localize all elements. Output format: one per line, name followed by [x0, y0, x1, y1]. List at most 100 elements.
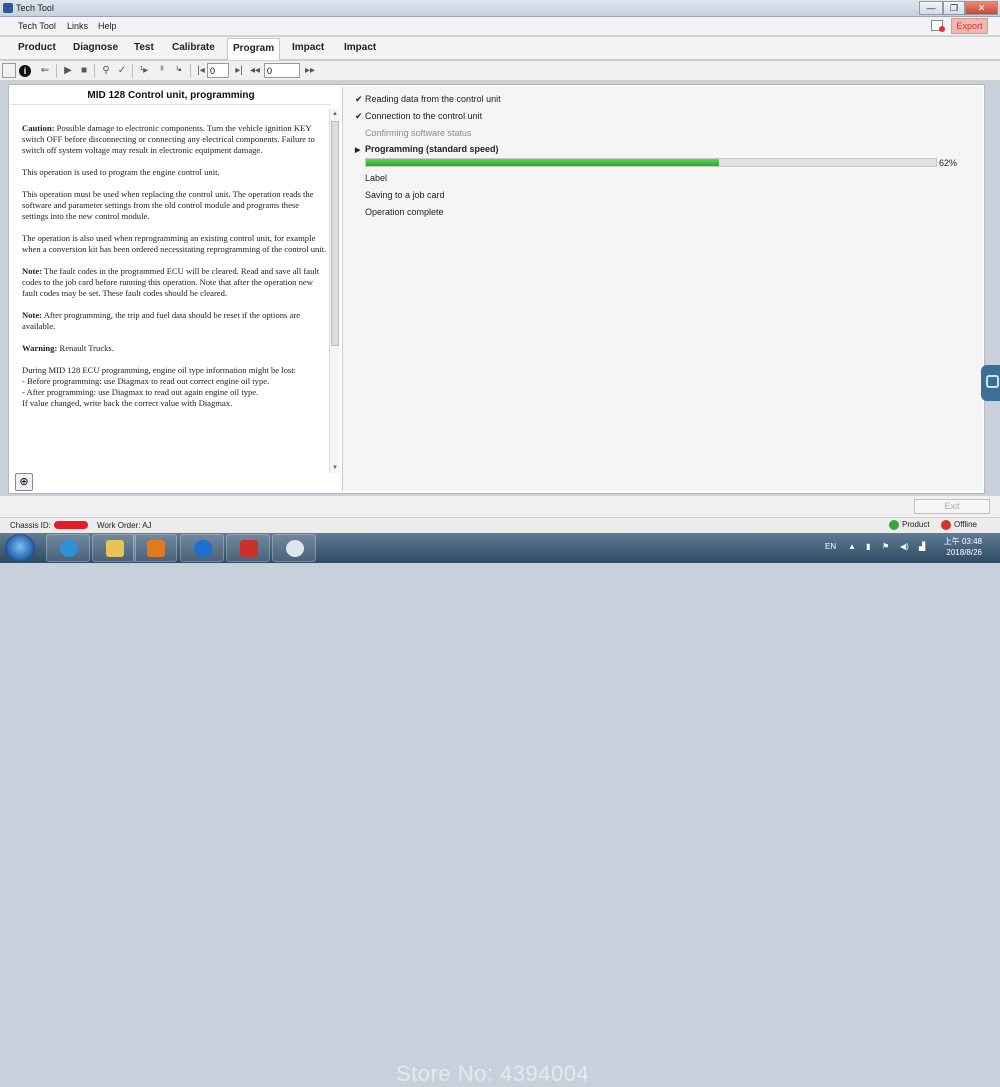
menu-links[interactable]: Links: [67, 21, 88, 31]
tab-impact-2[interactable]: Impact: [344, 42, 376, 53]
step-into-icon[interactable]: ¹▸: [137, 64, 151, 78]
progress-percent: 62%: [939, 158, 958, 168]
menu-help[interactable]: Help: [98, 21, 117, 31]
progress-panel: ✔ Reading data from the control unit ✔ Con…: [343, 87, 983, 491]
doc-paragraph: This operation must be used when replaci…: [22, 189, 314, 221]
doc-paragraph: The operation is also used when reprogra…: [22, 233, 327, 254]
rewind-icon[interactable]: ◂◂: [248, 64, 262, 78]
start-button[interactable]: [5, 534, 35, 562]
tab-product[interactable]: Product: [18, 42, 56, 53]
clock-time: 上午 03:48: [943, 537, 982, 546]
report-icon[interactable]: [931, 20, 945, 32]
chassis-id-redacted: [54, 521, 88, 529]
zoom-in-icon[interactable]: ⊕: [15, 473, 33, 491]
step-input[interactable]: [207, 63, 229, 78]
fast-forward-icon[interactable]: ▸▸: [303, 64, 317, 78]
scroll-thumb[interactable]: [331, 121, 339, 346]
doc-paragraph: This operation is used to program the en…: [22, 167, 220, 177]
check-icon[interactable]: ✓: [115, 64, 129, 78]
toolbar-separator: [94, 64, 95, 78]
network-icon[interactable]: ▟: [919, 542, 925, 551]
step-saving-job-card: Saving to a job card: [365, 190, 445, 200]
restore-button[interactable]: ❐: [943, 1, 965, 15]
toolbar-frame: [2, 63, 16, 78]
work-order: Work Order: AJ: [97, 521, 152, 530]
tab-bar: Product Diagnose Test Calibrate Program …: [0, 37, 1000, 60]
tab-calibrate[interactable]: Calibrate: [172, 42, 215, 53]
step-reading-data: ✔ Reading data from the control unit: [355, 94, 501, 104]
instructions-panel: MID 128 Control unit, programming Cautio…: [11, 87, 343, 491]
instructions-text: Caution: Possible damage to electronic c…: [22, 123, 327, 420]
chassis-id-label: Chassis ID:: [10, 521, 51, 530]
taskbar-media[interactable]: [133, 534, 177, 562]
info-icon[interactable]: i: [19, 65, 31, 77]
step-label: Label: [365, 173, 388, 183]
step-programming: ▶ Programming (standard speed): [355, 144, 499, 154]
step-connection: ✔ Connection to the control unit: [355, 111, 483, 121]
toolbar-separator: [56, 64, 57, 78]
window-titlebar: Tech Tool — ❐ ✕: [0, 0, 1000, 17]
side-panel-tab[interactable]: [981, 365, 1000, 401]
volume-icon[interactable]: ◀): [900, 542, 909, 551]
doc-paragraph: Note: The fault codes in the programmed …: [22, 266, 320, 298]
tool-icon: [240, 540, 258, 557]
windows-taskbar: Store No: 4394004 EN ▲ ▮ ⚑ ◀) ▟ 上午 03:48…: [0, 533, 1000, 1086]
store-watermark: Store No: 4394004: [396, 1061, 590, 1086]
play-icon[interactable]: ▶: [61, 64, 75, 78]
app-icon: [3, 3, 13, 13]
product-status: Product: [889, 520, 930, 530]
back-arrow-icon[interactable]: ⇐: [38, 64, 52, 78]
teamviewer-icon: [194, 540, 212, 557]
stop-icon[interactable]: ■: [77, 64, 91, 78]
step-confirming-software: Confirming software status: [365, 128, 472, 138]
offline-status: Offline: [941, 520, 977, 530]
battery-icon[interactable]: ▮: [866, 542, 870, 551]
scroll-up-arrow[interactable]: ▲: [330, 109, 340, 119]
ie-icon: [60, 540, 78, 557]
offline-status-icon: [941, 520, 951, 530]
tab-diagnose[interactable]: Diagnose: [73, 42, 118, 53]
media-player-icon: [147, 540, 165, 557]
language-indicator[interactable]: EN: [825, 542, 836, 551]
doc-paragraph: Caution: Possible damage to electronic c…: [22, 123, 315, 155]
last-page-icon[interactable]: ▸|: [232, 64, 246, 78]
clock-date: 2018/8/26: [946, 548, 982, 557]
doc-paragraph: Warning: Renault Trucks.: [22, 343, 114, 353]
status-bar: Chassis ID: Work Order: AJ Product Offli…: [0, 517, 1000, 533]
tray-expand-icon[interactable]: ▲: [848, 542, 856, 551]
tab-program[interactable]: Program: [227, 38, 281, 60]
first-page-icon[interactable]: |◂: [194, 64, 208, 78]
product-status-icon: [889, 520, 899, 530]
taskbar-explorer[interactable]: [92, 534, 136, 562]
tab-test[interactable]: Test: [134, 42, 154, 53]
export-button[interactable]: Export: [951, 18, 988, 34]
doc-paragraph: Note: After programming, the trip and fu…: [22, 310, 301, 331]
taskbar-teamviewer[interactable]: [180, 534, 224, 562]
progress-fill: [366, 159, 720, 166]
taskbar-tool[interactable]: [226, 534, 270, 562]
pin-icon[interactable]: ⚲: [99, 64, 113, 78]
taskbar-ie[interactable]: [46, 534, 90, 562]
flag-icon[interactable]: ⚑: [882, 542, 889, 551]
techtool-icon: [286, 540, 304, 557]
toolbar-separator: [132, 64, 133, 78]
tab-impact[interactable]: Impact: [292, 42, 324, 53]
instructions-heading: MID 128 Control unit, programming: [11, 87, 331, 105]
main-content: MID 128 Control unit, programming Cautio…: [8, 84, 985, 494]
taskbar-techtool[interactable]: [272, 534, 316, 562]
doc-paragraph: During MID 128 ECU programming, engine o…: [22, 365, 297, 408]
scroll-down-arrow[interactable]: ▼: [330, 463, 340, 473]
instructions-scrollbar[interactable]: ▲ ▼: [329, 109, 340, 473]
system-clock[interactable]: 上午 03:48 2018/8/26: [942, 536, 982, 558]
action-bar: Exit: [0, 495, 1000, 517]
programming-progress-bar: [365, 158, 937, 167]
step-over-icon[interactable]: ᴵᴵ: [155, 64, 169, 78]
menu-tech-tool[interactable]: Tech Tool: [18, 21, 56, 31]
toolbar-separator: [190, 64, 191, 78]
position-input[interactable]: [264, 63, 300, 78]
close-button[interactable]: ✕: [965, 1, 998, 15]
step-out-icon[interactable]: ᴵ▪: [172, 64, 186, 78]
exit-button[interactable]: Exit: [914, 499, 990, 514]
folder-icon: [106, 540, 124, 557]
minimize-button[interactable]: —: [919, 1, 943, 15]
